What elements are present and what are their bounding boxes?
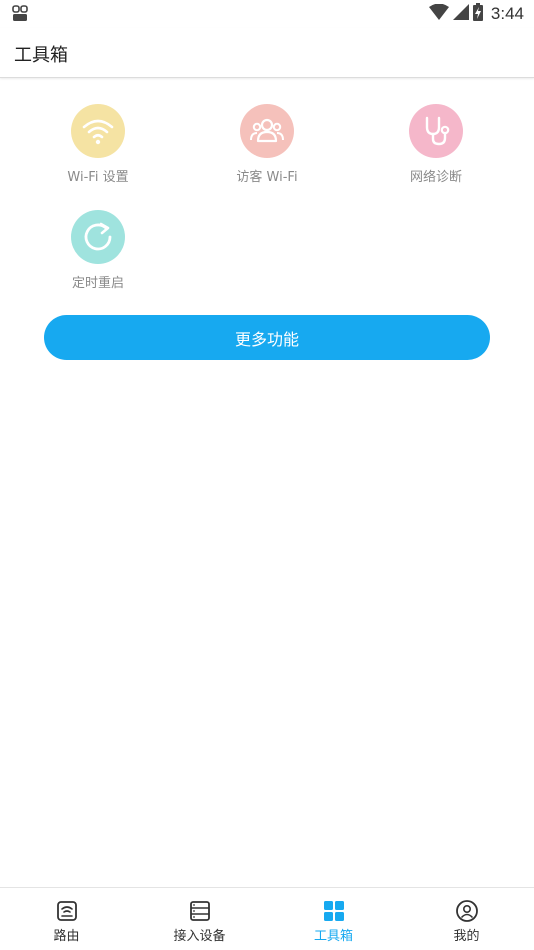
nav-item-toolbox[interactable]: 工具箱 [267, 888, 400, 950]
tool-scheduled-reboot[interactable]: 定时重启 [28, 210, 168, 291]
nav-item-profile[interactable]: 我的 [400, 888, 533, 950]
notification-icon [12, 5, 28, 26]
more-features-button[interactable]: 更多功能 [44, 315, 490, 360]
tool-label: Wi-Fi 设置 [67, 170, 129, 185]
nav-label: 工具箱 [313, 929, 353, 944]
status-bar: 3:44 [0, 0, 534, 28]
stethoscope-icon [409, 104, 463, 158]
status-time: 3:44 [490, 4, 524, 23]
nav-label: 我的 [453, 929, 480, 944]
tool-label: 定时重启 [71, 276, 124, 291]
nav-item-devices[interactable]: 接入设备 [133, 888, 266, 950]
nav-label: 路由 [53, 929, 80, 944]
router-icon [55, 899, 79, 923]
tool-guest-wifi[interactable]: 访客 Wi-Fi [197, 104, 337, 185]
battery-charging-icon [472, 3, 483, 25]
cell-signal-icon [452, 4, 469, 24]
guest-users-icon [240, 104, 294, 158]
tool-label: 访客 Wi-Fi [236, 170, 298, 185]
bottom-nav: 路由 接入设备 工具箱 我的 [0, 887, 534, 950]
profile-icon [455, 899, 479, 923]
nav-label: 接入设备 [173, 929, 226, 944]
tool-network-diagnosis[interactable]: 网络诊断 [366, 104, 506, 185]
wifi-signal-icon [428, 3, 449, 24]
wifi-icon [71, 104, 125, 158]
tool-label: 网络诊断 [409, 170, 462, 185]
toolbox-grid-icon [322, 899, 346, 923]
nav-item-router[interactable]: 路由 [0, 888, 133, 950]
page-title: 工具箱 [14, 45, 68, 66]
devices-icon [188, 899, 212, 923]
tool-wifi-settings[interactable]: Wi-Fi 设置 [28, 104, 168, 185]
app-bar: 工具箱 [0, 28, 534, 78]
refresh-icon [71, 210, 125, 264]
